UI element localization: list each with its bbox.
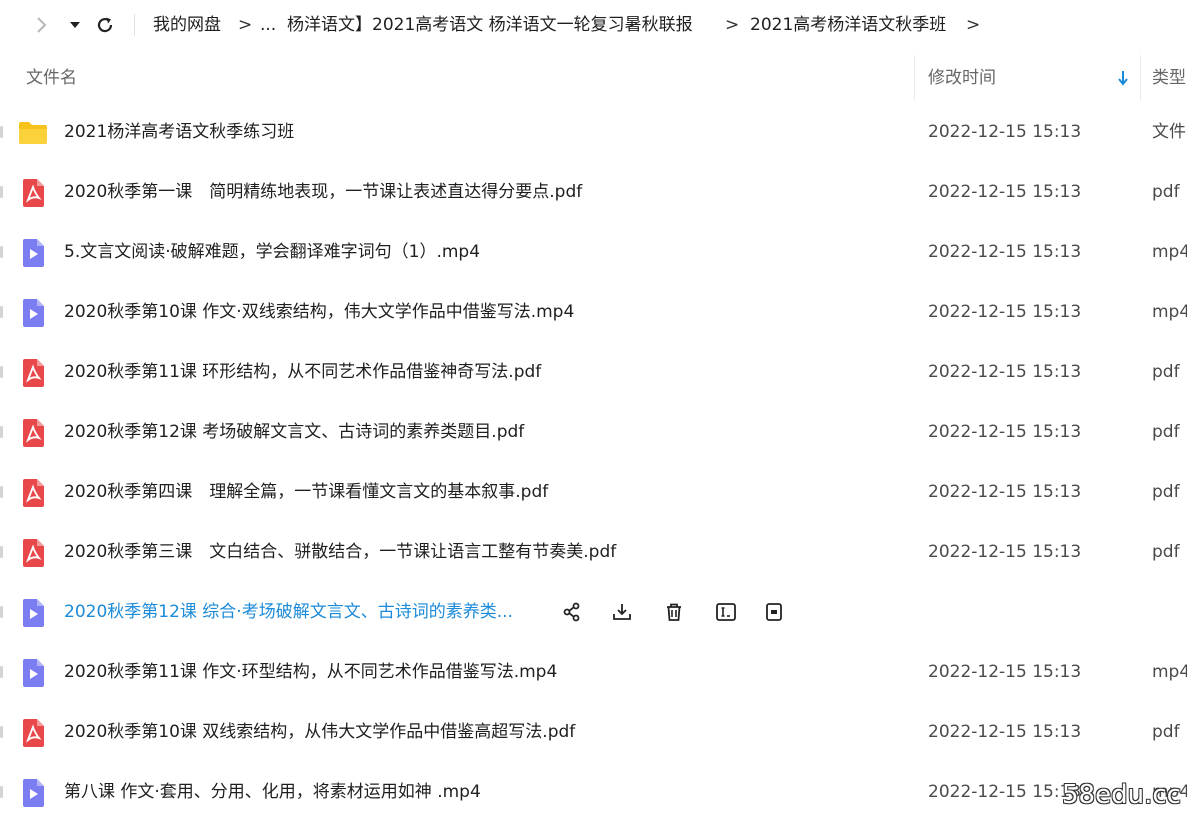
pdf-file-icon bbox=[21, 359, 47, 387]
modified-date: 2022-12-15 15:13 bbox=[928, 362, 1082, 382]
file-row[interactable]: 2020秋季第10课 作文·双线索结构，伟大文学作品中借鉴写法.mp4 2022-… bbox=[0, 282, 1187, 342]
file-row[interactable]: 5.文言文阅读·破解难题，学会翻译难字词句（1）.mp4 2022-12-15 1… bbox=[0, 222, 1187, 282]
sort-descending-icon[interactable] bbox=[1116, 68, 1130, 88]
file-type: mp4 bbox=[1152, 662, 1187, 682]
breadcrumb-separator: > bbox=[966, 15, 981, 35]
breadcrumb-separator: > bbox=[725, 15, 740, 35]
file-row[interactable]: 2020秋季第三课 文白结合、骈散结合，一节课让语言工整有节奏美.pdf 2022… bbox=[0, 522, 1187, 582]
pdf-file-icon bbox=[21, 179, 47, 207]
toolbar: 我的网盘 > ... 杨洋语文】2021高考语文 杨洋语文一轮复习暑秋联报 > … bbox=[0, 0, 1187, 52]
file-row[interactable]: 2020秋季第12课 综合·考场破解文言文、古诗词的素养类... bbox=[0, 582, 1187, 642]
row-checkbox[interactable] bbox=[0, 606, 3, 618]
row-checkbox[interactable] bbox=[0, 786, 3, 798]
more-icon[interactable] bbox=[762, 600, 786, 624]
pdf-file-icon bbox=[21, 539, 47, 567]
modified-date: 2022-12-15 15:13 bbox=[928, 302, 1082, 322]
file-name[interactable]: 2020秋季第12课 考场破解文言文、古诗词的素养类题目.pdf bbox=[64, 420, 524, 444]
file-row[interactable]: 2020秋季第11课 环形结构，从不同艺术作品借鉴神奇写法.pdf 2022-12… bbox=[0, 342, 1187, 402]
row-checkbox[interactable] bbox=[0, 186, 3, 198]
file-type: pdf bbox=[1152, 182, 1180, 202]
refresh-icon[interactable] bbox=[94, 14, 116, 36]
file-row[interactable]: 2020秋季第12课 考场破解文言文、古诗词的素养类题目.pdf 2022-12-… bbox=[0, 402, 1187, 462]
modified-date: 2022-12-15 15:13 bbox=[928, 242, 1082, 262]
pdf-file-icon bbox=[21, 719, 47, 747]
modified-date: 2022-12-15 15:13 bbox=[928, 422, 1082, 442]
row-checkbox[interactable] bbox=[0, 426, 3, 438]
watermark: 58edu.cc bbox=[1062, 780, 1181, 810]
folder-icon bbox=[18, 120, 47, 147]
column-name-header[interactable]: 文件名 bbox=[26, 67, 77, 89]
pdf-file-icon bbox=[21, 419, 47, 447]
row-checkbox[interactable] bbox=[0, 486, 3, 498]
file-name[interactable]: 2020秋季第10课 双线索结构，从伟大文学作品中借鉴高超写法.pdf bbox=[64, 720, 575, 744]
download-icon[interactable] bbox=[610, 600, 634, 624]
file-name[interactable]: 2020秋季第11课 环形结构，从不同艺术作品借鉴神奇写法.pdf bbox=[64, 360, 541, 384]
file-list-header: 文件名 修改时间 类型 bbox=[0, 55, 1187, 101]
toolbar-divider bbox=[134, 14, 135, 36]
file-name[interactable]: 2020秋季第11课 作文·环型结构，从不同艺术作品借鉴写法.mp4 bbox=[64, 660, 557, 684]
pdf-file-icon bbox=[21, 479, 47, 507]
row-checkbox[interactable] bbox=[0, 666, 3, 678]
share-icon[interactable] bbox=[560, 600, 584, 624]
file-type: mp4 bbox=[1152, 302, 1187, 322]
modified-date: 2022-12-15 15:13 bbox=[928, 542, 1082, 562]
file-type: pdf bbox=[1152, 542, 1180, 562]
breadcrumb-separator: > bbox=[238, 15, 253, 35]
file-row[interactable]: 2020秋季第11课 作文·环型结构，从不同艺术作品借鉴写法.mp4 2022-1… bbox=[0, 642, 1187, 702]
row-checkbox[interactable] bbox=[0, 306, 3, 318]
file-row[interactable]: 2020秋季第10课 双线索结构，从伟大文学作品中借鉴高超写法.pdf 2022-… bbox=[0, 702, 1187, 762]
caret-down-icon[interactable] bbox=[64, 14, 86, 36]
video-file-icon bbox=[21, 779, 47, 807]
breadcrumb-current: 2021高考杨洋语文秋季班 bbox=[750, 15, 947, 35]
file-type: pdf bbox=[1152, 362, 1180, 382]
file-name[interactable]: 2021杨洋高考语文秋季练习班 bbox=[64, 120, 294, 144]
delete-icon[interactable] bbox=[662, 600, 686, 624]
file-name[interactable]: 2020秋季第四课 理解全篇，一节课看懂文言文的基本叙事.pdf bbox=[64, 480, 548, 504]
breadcrumb-parent[interactable]: 杨洋语文】2021高考语文 杨洋语文一轮复习暑秋联报 bbox=[287, 14, 707, 36]
file-type: pdf bbox=[1152, 722, 1180, 742]
file-row[interactable]: 2020秋季第一课 简明精练地表现，一节课让表述直达得分要点.pdf 2022-1… bbox=[0, 162, 1187, 222]
file-type: pdf bbox=[1152, 482, 1180, 502]
file-row[interactable]: 第八课 作文·套用、分用、化用，将素材运用如神 .mp4 2022-12-15 1… bbox=[0, 762, 1187, 822]
video-file-icon bbox=[21, 299, 47, 327]
chevron-right-icon[interactable] bbox=[30, 14, 52, 36]
folder-row[interactable]: 2021杨洋高考语文秋季练习班 2022-12-15 15:13 文件 bbox=[0, 102, 1187, 162]
file-name[interactable]: 2020秋季第10课 作文·双线索结构，伟大文学作品中借鉴写法.mp4 bbox=[64, 300, 574, 324]
file-type: pdf bbox=[1152, 422, 1180, 442]
video-file-icon bbox=[21, 599, 47, 627]
modified-date: 2022-12-15 15:13 bbox=[928, 182, 1082, 202]
breadcrumb-ellipsis[interactable]: ... bbox=[260, 14, 276, 36]
column-type-header[interactable]: 类型 bbox=[1152, 67, 1186, 89]
modified-date: 2022-12-15 15:13 bbox=[928, 482, 1082, 502]
row-checkbox[interactable] bbox=[0, 366, 3, 378]
column-divider[interactable] bbox=[914, 55, 915, 101]
row-checkbox[interactable] bbox=[0, 726, 3, 738]
row-checkbox[interactable] bbox=[0, 126, 3, 138]
file-type: mp4 bbox=[1152, 242, 1187, 262]
modified-date: 2022-12-15 15:13 bbox=[928, 662, 1082, 682]
file-name[interactable]: 第八课 作文·套用、分用、化用，将素材运用如神 .mp4 bbox=[64, 780, 481, 804]
file-row[interactable]: 2020秋季第四课 理解全篇，一节课看懂文言文的基本叙事.pdf 2022-12-… bbox=[0, 462, 1187, 522]
file-name[interactable]: 2020秋季第12课 综合·考场破解文言文、古诗词的素养类... bbox=[64, 600, 513, 624]
modified-date: 2022-12-15 15:13 bbox=[928, 722, 1082, 742]
row-checkbox[interactable] bbox=[0, 246, 3, 258]
column-modified-header[interactable]: 修改时间 bbox=[928, 67, 996, 89]
rename-icon[interactable] bbox=[714, 600, 738, 624]
row-checkbox[interactable] bbox=[0, 546, 3, 558]
video-file-icon bbox=[21, 239, 47, 267]
column-divider[interactable] bbox=[1140, 55, 1141, 101]
file-name[interactable]: 5.文言文阅读·破解难题，学会翻译难字词句（1）.mp4 bbox=[64, 240, 480, 264]
file-name[interactable]: 2020秋季第三课 文白结合、骈散结合，一节课让语言工整有节奏美.pdf bbox=[64, 540, 616, 564]
file-name[interactable]: 2020秋季第一课 简明精练地表现，一节课让表述直达得分要点.pdf bbox=[64, 180, 582, 204]
video-file-icon bbox=[21, 659, 47, 687]
file-type: 文件 bbox=[1152, 122, 1186, 142]
breadcrumb-root[interactable]: 我的网盘 bbox=[153, 14, 221, 36]
modified-date: 2022-12-15 15:13 bbox=[928, 122, 1082, 142]
modified-date: 2022-12-15 15:13 bbox=[928, 782, 1082, 802]
